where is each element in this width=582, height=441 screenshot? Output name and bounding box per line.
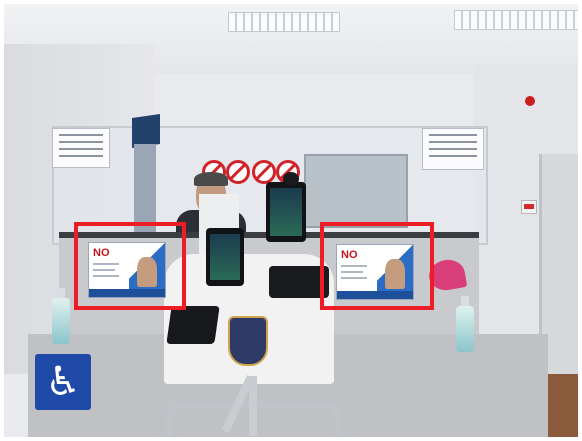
notice-left (52, 128, 110, 168)
hand-sanitizer-right (456, 296, 474, 352)
notice-right (422, 128, 484, 170)
police-badge-icon (228, 316, 268, 366)
highlight-box-left (74, 222, 186, 310)
booth-window (304, 154, 408, 228)
fingerprint-pad (166, 306, 220, 344)
ceiling-light-left (228, 12, 340, 32)
wall-sign (521, 200, 537, 214)
ceiling-light-right (454, 10, 578, 30)
hand-sanitizer-left (52, 288, 70, 344)
no-camera-icon (226, 160, 250, 184)
face-scanner-screen (266, 182, 306, 242)
overhead-sign (132, 114, 160, 148)
door-frame (134, 144, 156, 234)
photo-scene: NO NO ♿ (4, 4, 578, 437)
fire-alarm (525, 96, 535, 106)
fingerprint-screen (206, 228, 244, 286)
camera-icon (283, 172, 299, 186)
no-phone-icon (252, 160, 276, 184)
highlight-box-right (320, 222, 434, 310)
wheelchair-icon: ♿ (35, 354, 91, 410)
turnstile-arm (249, 376, 257, 436)
officer-hair (194, 172, 228, 186)
